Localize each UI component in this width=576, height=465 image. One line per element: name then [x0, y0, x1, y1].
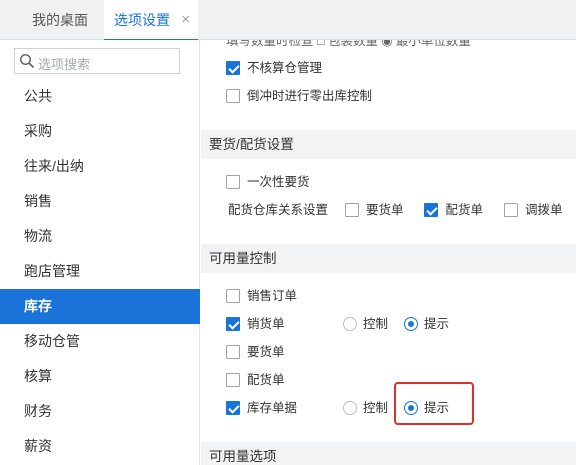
- tab-option-settings[interactable]: 选项设置 ×: [104, 0, 198, 41]
- sidebar-item-mobile-warehouse[interactable]: 移动仓管: [0, 324, 200, 359]
- distribution-bill-checkbox[interactable]: [226, 373, 240, 387]
- sidebar-item-payroll[interactable]: 薪资: [0, 429, 200, 464]
- section-available-control-header: 可用量控制: [201, 244, 576, 273]
- highlight-box: [394, 382, 474, 425]
- relation-distribution-checkbox[interactable]: [424, 203, 439, 217]
- search-input[interactable]: 选项搜索: [14, 48, 180, 74]
- sidebar-item-purchase[interactable]: 采购: [0, 114, 200, 149]
- sidebar-item-logistics[interactable]: 物流: [0, 219, 200, 254]
- sales-invoice-checkbox[interactable]: [226, 317, 240, 331]
- offset-control-label: 倒冲时进行零出库控制: [247, 89, 373, 103]
- relation-requisition-label: 要货单: [365, 203, 404, 217]
- offset-control-checkbox[interactable]: [226, 89, 240, 103]
- inventory-doc-control-radio[interactable]: [343, 401, 357, 415]
- sidebar-item-inventory[interactable]: 库存: [0, 289, 200, 324]
- sales-invoice-control-label: 控制: [363, 317, 389, 331]
- offset-control-row[interactable]: 倒冲时进行零出库控制: [226, 86, 372, 106]
- inventory-doc-checkbox[interactable]: [226, 401, 240, 415]
- section-requisition-header: 要货/配货设置: [201, 130, 576, 159]
- distribution-bill-row[interactable]: 配货单: [226, 370, 285, 390]
- requisition-bill-checkbox[interactable]: [226, 345, 240, 359]
- quantity-check-row: 填写数量时检查 □ 包装数量 ◉ 最小单位数量: [226, 40, 471, 48]
- sales-invoice-row: 销货单 控制 提示: [226, 314, 449, 334]
- tab-option-settings-label: 选项设置: [114, 12, 170, 28]
- sidebar-item-public[interactable]: 公共: [0, 79, 200, 114]
- search-placeholder: 选项搜索: [38, 57, 91, 72]
- requisition-bill-label: 要货单: [247, 345, 285, 359]
- one-time-requisition-label: 一次性要货: [247, 175, 310, 189]
- not-calc-storage-label: 不核算仓管理: [247, 61, 323, 75]
- relation-requisition-checkbox[interactable]: [344, 203, 359, 217]
- distribution-bill-label: 配货单: [247, 373, 285, 387]
- sidebar-item-costing[interactable]: 核算: [0, 359, 200, 394]
- sales-invoice-prompt-radio[interactable]: [404, 317, 419, 331]
- not-calc-storage-row[interactable]: 不核算仓管理: [226, 58, 322, 78]
- relation-transfer-checkbox[interactable]: [503, 203, 518, 217]
- tab-my-desktop[interactable]: 我的桌面: [22, 0, 98, 40]
- tab-bar: 我的桌面 选项设置 ×: [0, 0, 576, 41]
- close-icon[interactable]: ×: [181, 0, 190, 40]
- sales-invoice-control-radio[interactable]: [343, 317, 357, 331]
- one-time-requisition-checkbox[interactable]: [226, 175, 240, 189]
- sidebar-item-accounts-cashier[interactable]: 往来/出纳: [0, 149, 200, 184]
- sales-invoice-prompt-label: 提示: [424, 317, 450, 331]
- section-available-options-header: 可用量选项: [201, 442, 576, 465]
- sales-invoice-label: 销货单: [247, 317, 285, 331]
- inventory-doc-control-label: 控制: [363, 401, 389, 415]
- relation-setting-label: 配货仓库关系设置: [228, 203, 329, 217]
- sales-order-label: 销售订单: [247, 289, 298, 303]
- sales-order-checkbox[interactable]: [226, 289, 240, 303]
- relation-distribution-label: 配货单: [445, 203, 483, 217]
- sales-order-row[interactable]: 销售订单: [226, 286, 297, 306]
- inventory-doc-label: 库存单据: [247, 401, 298, 415]
- sidebar-item-store-visit[interactable]: 跑店管理: [0, 254, 200, 289]
- requisition-bill-row[interactable]: 要货单: [226, 342, 285, 362]
- sidebar-item-finance[interactable]: 财务: [0, 394, 200, 429]
- not-calc-storage-checkbox[interactable]: [226, 61, 240, 75]
- relation-setting-row: 配货仓库关系设置 要货单 配货单 调拨单: [228, 200, 576, 220]
- sidebar: 选项搜索 公共 采购 往来/出纳 销售 物流 跑店管理 库存 移动仓管 核算 财…: [0, 40, 200, 465]
- one-time-requisition-row[interactable]: 一次性要货: [226, 172, 310, 192]
- settings-content: 填写数量时检查 □ 包装数量 ◉ 最小单位数量 不核算仓管理 倒冲时进行零出库控…: [201, 40, 576, 465]
- search-icon: [19, 53, 35, 69]
- relation-transfer-label: 调拨单: [524, 203, 563, 217]
- sidebar-item-sales[interactable]: 销售: [0, 184, 200, 219]
